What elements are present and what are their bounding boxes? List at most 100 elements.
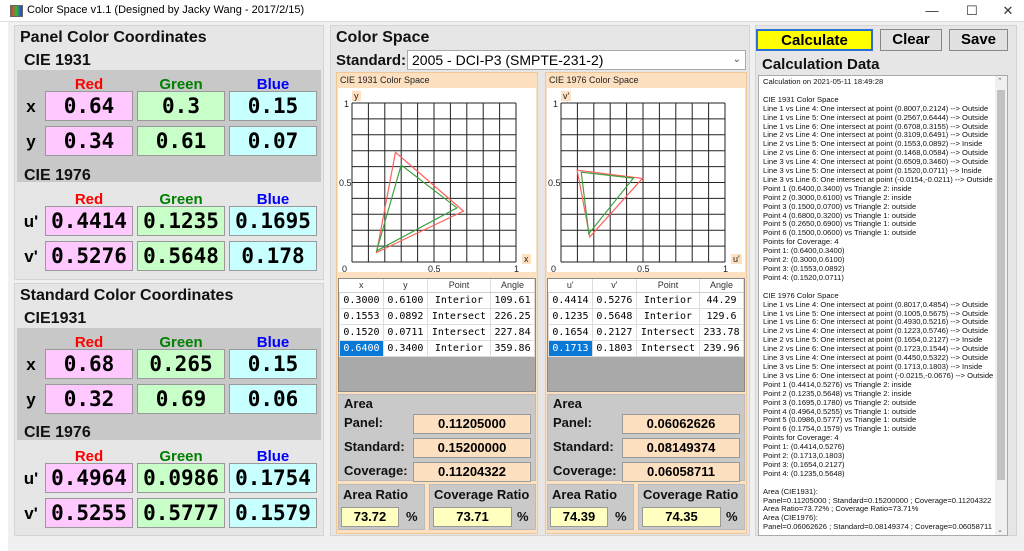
- table-cell[interactable]: 0.6400: [339, 339, 384, 357]
- cie1931-table[interactable]: x y Point Angle 0.3000 0.6100 Interior 109.61 0.…: [338, 278, 536, 392]
- column-header[interactable]: Point: [427, 279, 492, 293]
- standard-cie1976-green-input[interactable]: 0.0986: [137, 463, 225, 493]
- standard-cie1931-red-input[interactable]: 0.32: [45, 384, 133, 414]
- standard-cie1976-green-input[interactable]: 0.5777: [137, 498, 225, 528]
- table-cell[interactable]: 227.84: [490, 323, 535, 341]
- table-cell[interactable]: 359.86: [490, 339, 535, 357]
- coverage-label: Coverage:: [553, 463, 617, 478]
- table-cell[interactable]: 226.25: [490, 307, 535, 325]
- table-cell[interactable]: Interior: [426, 291, 492, 309]
- table-row[interactable]: 0.1553 0.0892 Intersect 226.25: [339, 307, 535, 325]
- table-cell[interactable]: Interior: [635, 307, 701, 325]
- panel-cie1976-blue-input[interactable]: 0.178: [229, 241, 317, 271]
- table-cell[interactable]: 0.3400: [382, 339, 428, 357]
- table-cell[interactable]: 0.0711: [382, 323, 428, 341]
- area-ratio-label: Area Ratio: [552, 487, 618, 502]
- panel-cie1931-blue-input[interactable]: 0.15: [229, 91, 317, 121]
- minimize-button[interactable]: —: [916, 2, 948, 20]
- panel-cie1931-red-input[interactable]: 0.64: [45, 91, 133, 121]
- table-cell[interactable]: 0.5276: [591, 291, 637, 309]
- table-cell[interactable]: 0.4414: [548, 291, 593, 309]
- table-cell[interactable]: 239.96: [699, 339, 744, 357]
- table-row[interactable]: 0.6400 0.3400 Interior 359.86: [339, 339, 535, 357]
- table-cell[interactable]: 129.6: [699, 307, 744, 325]
- panel-cie1931-blue-input[interactable]: 0.07: [229, 126, 317, 156]
- panel-cie1976-red-input[interactable]: 0.4414: [45, 206, 133, 236]
- column-header[interactable]: Angle: [699, 279, 744, 293]
- log-line: Calculation on 2021-05-11 18:49:28: [763, 77, 884, 86]
- tick-y-0.5: 0.5: [339, 177, 352, 188]
- save-button[interactable]: Save: [949, 29, 1008, 51]
- table-cell[interactable]: 109.61: [490, 291, 535, 309]
- table-cell[interactable]: 0.0892: [382, 307, 428, 325]
- panel-cie1976-blue-input[interactable]: 0.1695: [229, 206, 317, 236]
- column-header[interactable]: x: [339, 279, 384, 293]
- column-header[interactable]: y: [383, 279, 428, 293]
- panel-cie1931-green-input[interactable]: 0.61: [137, 126, 225, 156]
- table-cell[interactable]: 0.1803: [591, 339, 637, 357]
- panel-cie1976-green-input[interactable]: 0.1235: [137, 206, 225, 236]
- standard-cie1976-red-input[interactable]: 0.4964: [45, 463, 133, 493]
- table-cell[interactable]: Intersect: [426, 323, 492, 341]
- cie1931-chart: [338, 88, 536, 272]
- calculate-button[interactable]: Calculate: [756, 29, 873, 51]
- table-cell[interactable]: 0.6100: [382, 291, 428, 309]
- panel-cie1976-green-input[interactable]: 0.5648: [137, 241, 225, 271]
- scroll-up-icon[interactable]: ⌃: [997, 77, 1003, 85]
- standard-cie1931-green-input[interactable]: 0.265: [137, 349, 225, 379]
- standard-cie1976-blue-input[interactable]: 0.1754: [229, 463, 317, 493]
- row-label: u': [23, 469, 39, 488]
- column-header[interactable]: Angle: [490, 279, 535, 293]
- table-row[interactable]: 0.4414 0.5276 Interior 44.29: [548, 291, 744, 309]
- column-header[interactable]: u': [548, 279, 593, 293]
- table-cell[interactable]: Intersect: [635, 339, 701, 357]
- table-cell[interactable]: Interior: [426, 339, 492, 357]
- table-cell[interactable]: Intersect: [635, 323, 701, 341]
- close-button[interactable]: ✕: [992, 2, 1024, 20]
- table-cell[interactable]: 0.3000: [339, 291, 384, 309]
- column-header[interactable]: Point: [636, 279, 701, 293]
- standard-select[interactable]: 2005 - DCI-P3 (SMPTE-231-2) ⌄: [407, 50, 746, 70]
- table-cell[interactable]: Intersect: [426, 307, 492, 325]
- maximize-button[interactable]: ☐: [956, 2, 988, 20]
- table-row[interactable]: 0.1713 0.1803 Intersect 239.96: [548, 339, 744, 357]
- row-label: y: [26, 132, 36, 151]
- table-empty-area: [339, 356, 535, 391]
- scrollbar[interactable]: ⌃ ⌄: [995, 76, 1007, 535]
- table-cell[interactable]: 0.1553: [339, 307, 384, 325]
- panel-cie1976-red-input[interactable]: 0.5276: [45, 241, 133, 271]
- table-cell[interactable]: 0.1520: [339, 323, 384, 341]
- standard-cie1931-red-input[interactable]: 0.68: [45, 349, 133, 379]
- table-cell[interactable]: 0.2127: [591, 323, 637, 341]
- table-cell[interactable]: 0.1235: [548, 307, 593, 325]
- table-row[interactable]: 0.1520 0.0711 Intersect 227.84: [339, 323, 535, 341]
- clear-button[interactable]: Clear: [880, 29, 942, 51]
- panel-cie1931-red-input[interactable]: 0.34: [45, 126, 133, 156]
- table-cell[interactable]: Interior: [635, 291, 701, 309]
- standard-cie1976-red-input[interactable]: 0.5255: [45, 498, 133, 528]
- table-cell[interactable]: 233.78: [699, 323, 744, 341]
- table-cell[interactable]: 0.5648: [591, 307, 637, 325]
- coverage-label: Coverage:: [344, 463, 408, 478]
- table-cell[interactable]: 0.1713: [548, 339, 593, 357]
- cie1976-table[interactable]: u' v' Point Angle 0.4414 0.5276 Interior 44.29 0…: [547, 278, 745, 392]
- tick-x-0: 0: [551, 264, 557, 274]
- column-header[interactable]: v': [592, 279, 637, 293]
- standard-cie1931-green-input[interactable]: 0.69: [137, 384, 225, 414]
- scrollbar-thumb[interactable]: [997, 90, 1005, 480]
- calculation-data-title: Calculation Data: [762, 56, 880, 73]
- table-cell[interactable]: 44.29: [699, 291, 744, 309]
- standard-cie1931-blue-input[interactable]: 0.06: [229, 384, 317, 414]
- panel-cie1931-green-input[interactable]: 0.3: [137, 91, 225, 121]
- table-row[interactable]: 0.1235 0.5648 Interior 129.6: [548, 307, 744, 325]
- cie1931-title: CIE 1931 Color Space: [340, 75, 430, 85]
- standard-cie1976-blue-input[interactable]: 0.1579: [229, 498, 317, 528]
- x-axis-label: x: [522, 254, 531, 264]
- table-cell[interactable]: 0.1654: [548, 323, 593, 341]
- standard-cie1931-blue-input[interactable]: 0.15: [229, 349, 317, 379]
- area-ratio-value: 73.72: [341, 507, 399, 527]
- table-row[interactable]: 0.1654 0.2127 Intersect 233.78: [548, 323, 744, 341]
- scroll-down-icon[interactable]: ⌄: [997, 526, 1003, 534]
- table-row[interactable]: 0.3000 0.6100 Interior 109.61: [339, 291, 535, 309]
- calculation-log[interactable]: Calculation on 2021-05-11 18:49:28 CIE 19…: [758, 75, 1008, 536]
